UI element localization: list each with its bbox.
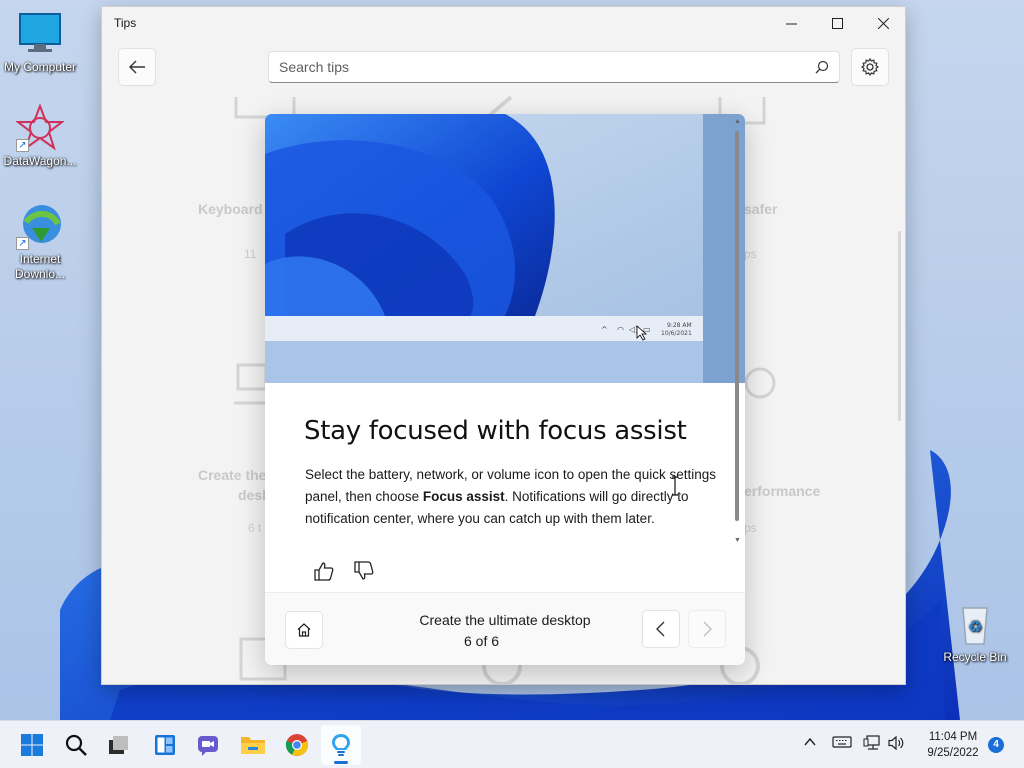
- chat-icon: [198, 736, 218, 756]
- desktop-icon-internet-download-manager[interactable]: ↗ Internet Downlo...: [0, 202, 80, 282]
- settings-button[interactable]: [851, 48, 889, 86]
- chrome-icon: [285, 734, 309, 756]
- desktop-icon-label: Recycle Bin: [943, 650, 1007, 664]
- tip-body-highlight: Focus assist: [422, 489, 505, 504]
- category-count: 6 t: [248, 521, 262, 535]
- widgets-button[interactable]: [145, 725, 185, 765]
- tips-taskbar-button[interactable]: [321, 725, 361, 765]
- svg-text:◠: ◠: [617, 325, 624, 334]
- tips-window: Tips Search tips Keyboard 11 safer ps Cr…: [101, 6, 906, 685]
- taskbar: 11:04 PM 9/25/2022 4: [0, 720, 1024, 768]
- taskbar-search-button[interactable]: [56, 725, 96, 765]
- tips-icon: [332, 734, 350, 756]
- desktop-icon-label: My Computer: [3, 60, 77, 74]
- dialog-scrollbar-thumb[interactable]: [735, 131, 739, 521]
- thumbs-down-icon: [354, 561, 374, 580]
- shortcut-arrow-icon: ↗: [16, 139, 29, 152]
- monitor-icon: [16, 10, 64, 58]
- svg-text:♻: ♻: [968, 619, 982, 636]
- performance-icon: [744, 367, 776, 399]
- thumbs-down-button[interactable]: [353, 560, 375, 582]
- shortcut-arrow-icon: ↗: [16, 237, 29, 250]
- tip-dialog: ^ ◠ ◁) ▭ 9:28 AM 10/6/2021 Stay focused …: [265, 114, 745, 665]
- file-explorer-icon: [241, 737, 265, 754]
- close-button[interactable]: [860, 7, 906, 39]
- system-clock[interactable]: 11:04 PM 9/25/2022: [916, 729, 990, 761]
- desktop-icon-recycle-bin[interactable]: ♻ Recycle Bin: [935, 600, 1015, 665]
- volume-icon[interactable]: [887, 735, 907, 751]
- category-title: Create the: [198, 467, 267, 483]
- search-input[interactable]: [270, 53, 800, 81]
- chrome-button[interactable]: [277, 725, 317, 765]
- search-box[interactable]: [268, 51, 840, 83]
- close-icon: [877, 17, 889, 29]
- page-indicator: 6 of 6: [463, 633, 500, 649]
- internet-download-manager-icon: ↗: [16, 202, 64, 250]
- chevron-left-icon: [656, 621, 665, 637]
- svg-text:^: ^: [601, 325, 608, 334]
- tip-title: Stay focused with focus assist: [304, 416, 687, 446]
- back-button[interactable]: [118, 48, 156, 86]
- start-button[interactable]: [12, 725, 52, 765]
- maximize-button[interactable]: [814, 7, 860, 39]
- category-count: ps: [744, 247, 757, 261]
- network-icon[interactable]: [863, 735, 883, 751]
- category-title: Keyboard: [198, 201, 263, 217]
- arrow-left-icon: [129, 60, 145, 74]
- task-view-icon: [109, 736, 128, 754]
- previous-tip-button[interactable]: [642, 610, 680, 648]
- category-title: erformance: [744, 483, 821, 499]
- tip-illustration: ^ ◠ ◁) ▭ 9:28 AM 10/6/2021: [265, 114, 745, 383]
- file-explorer-button[interactable]: [233, 725, 273, 765]
- clock-time: 11:04 PM: [928, 731, 978, 743]
- datawagon-icon: ↗: [15, 103, 65, 152]
- tip-body: Select the battery, network, or volume i…: [305, 464, 725, 530]
- window-title: Tips: [114, 16, 137, 30]
- minimize-icon: [785, 23, 797, 24]
- notification-badge[interactable]: 4: [988, 737, 1004, 753]
- category-count: ps: [744, 521, 757, 535]
- desktop-icon-label: Internet Downlo...: [14, 252, 66, 281]
- active-app-indicator: [334, 761, 348, 764]
- desktop-icon-label: DataWagon...: [3, 154, 77, 168]
- thumbs-up-button[interactable]: [313, 560, 335, 582]
- title-bar[interactable]: Tips: [102, 7, 905, 39]
- maximize-icon: [831, 17, 843, 29]
- recycle-bin-icon: ♻: [951, 600, 999, 648]
- text-cursor-icon: [672, 476, 678, 496]
- search-icon: [65, 734, 87, 756]
- start-icon: [21, 734, 43, 756]
- svg-text:10/6/2021: 10/6/2021: [661, 330, 692, 337]
- keyboard-icon[interactable]: [832, 735, 852, 749]
- minimize-button[interactable]: [768, 7, 814, 39]
- desktop-icon-datawagon[interactable]: ↗ DataWagon...: [0, 103, 80, 169]
- clock-date: 9/25/2022: [927, 747, 979, 759]
- next-tip-button[interactable]: [688, 610, 726, 648]
- thumbs-up-icon: [314, 562, 334, 581]
- category-count: 11: [244, 247, 257, 261]
- desktop-icon-my-computer[interactable]: My Computer: [0, 10, 80, 75]
- task-view-button[interactable]: [98, 725, 138, 765]
- chevron-right-icon: [703, 621, 712, 637]
- scroll-down-arrow-icon[interactable]: ▼: [734, 537, 741, 544]
- scroll-up-arrow-icon[interactable]: ▲: [734, 118, 741, 125]
- dialog-footer: Create the ultimate desktop 6 of 6: [265, 592, 745, 665]
- show-hidden-icons-chevron-icon[interactable]: [803, 735, 817, 749]
- chat-button[interactable]: [188, 725, 228, 765]
- widgets-icon: [155, 735, 175, 755]
- gear-icon: [861, 58, 879, 76]
- window-scrollbar[interactable]: [898, 231, 901, 421]
- search-icon[interactable]: [815, 60, 829, 74]
- category-title: safer: [744, 201, 778, 217]
- svg-text:9:28 AM: 9:28 AM: [667, 322, 692, 329]
